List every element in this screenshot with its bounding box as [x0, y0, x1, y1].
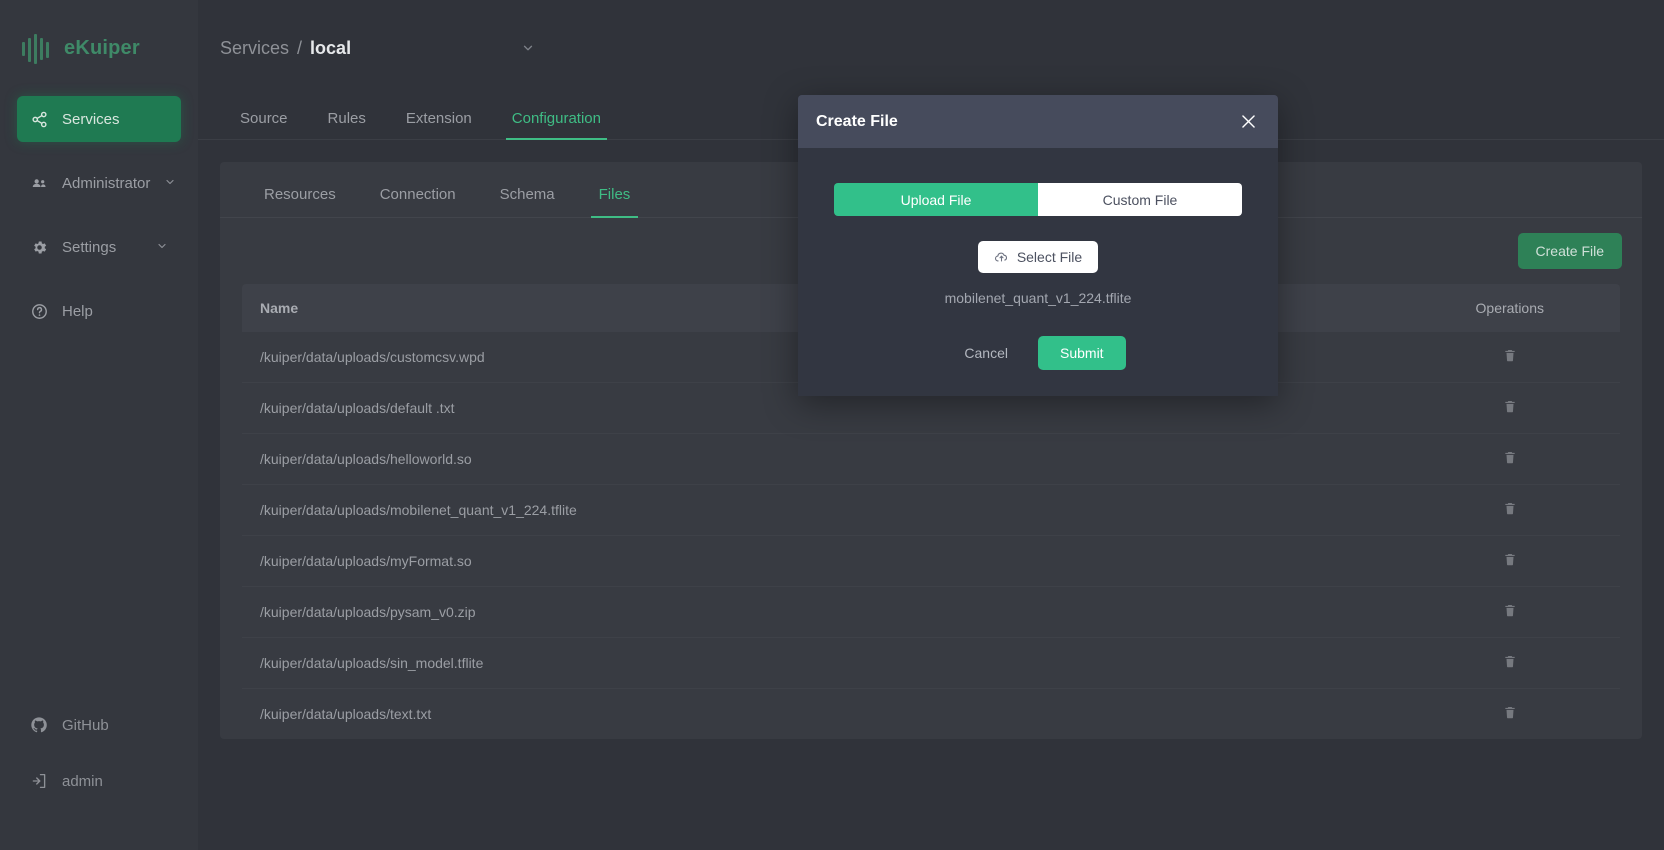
share-icon	[30, 110, 48, 128]
table-row: /kuiper/data/uploads/sin_model.tflite	[242, 637, 1620, 689]
submit-button[interactable]: Submit	[1038, 336, 1126, 370]
cell-operations	[1399, 484, 1620, 536]
tab-files[interactable]: Files	[577, 186, 653, 218]
breadcrumb-current: local	[310, 37, 352, 58]
sidebar-item-label: Administrator	[62, 174, 151, 192]
cell-operations	[1399, 433, 1620, 485]
chevron-down-icon	[156, 239, 168, 256]
selected-filename: mobilenet_quant_v1_224.tflite	[944, 290, 1132, 306]
breadcrumb-root[interactable]: Services	[220, 38, 289, 59]
breadcrumb: Services / local	[198, 0, 1664, 96]
tab-extension[interactable]: Extension	[386, 110, 492, 139]
breadcrumb-separator: /	[297, 37, 303, 58]
cell-blank	[1096, 433, 1400, 485]
sidebar-nav: Services Administrator Settings Help	[0, 96, 198, 334]
dialog-title: Create File	[816, 112, 898, 130]
app-root: eKuiper Services Administrator Settings …	[0, 0, 1664, 850]
help-icon	[30, 302, 48, 320]
trash-icon[interactable]	[1503, 450, 1517, 465]
dialog-body: Upload File Custom File Select File mobi…	[798, 148, 1278, 396]
trash-icon[interactable]	[1503, 654, 1517, 669]
cell-file-name: /kuiper/data/uploads/mobilenet_quant_v1_…	[242, 484, 1097, 536]
cloud-upload-icon	[994, 250, 1009, 265]
trash-icon[interactable]	[1503, 705, 1517, 720]
trash-icon[interactable]	[1503, 552, 1517, 567]
brand-name: eKuiper	[64, 36, 140, 59]
cell-blank	[1096, 535, 1400, 587]
cell-operations	[1399, 332, 1620, 383]
table-row: /kuiper/data/uploads/myFormat.so	[242, 535, 1620, 587]
select-file-label: Select File	[1016, 249, 1083, 265]
dialog-header: Create File	[798, 95, 1278, 148]
cell-operations	[1399, 382, 1620, 434]
file-mode-segmented-control: Upload File Custom File	[834, 183, 1242, 216]
ekuiper-logo-icon	[22, 32, 49, 64]
tab-source[interactable]: Source	[220, 110, 308, 139]
cell-blank	[1096, 637, 1400, 689]
users-icon	[30, 174, 48, 192]
cell-file-name: /kuiper/data/uploads/pysam_v0.zip	[242, 586, 1097, 638]
sidebar-item-label: Services	[62, 110, 120, 128]
sidebar-item-label: GitHub	[62, 716, 109, 734]
cancel-button[interactable]: Cancel	[950, 336, 1022, 370]
select-file-button[interactable]: Select File	[977, 241, 1099, 273]
create-file-dialog: Create File Upload File Custom File Sele…	[798, 95, 1278, 396]
brand: eKuiper	[0, 0, 198, 96]
table-row: /kuiper/data/uploads/mobilenet_quant_v1_…	[242, 484, 1620, 536]
cell-file-name: /kuiper/data/uploads/text.txt	[260, 706, 432, 722]
table-row: /kuiper/data/uploads/helloworld.so	[242, 433, 1620, 485]
chevron-down-icon[interactable]	[521, 41, 535, 55]
sidebar-item-github[interactable]: GitHub	[17, 702, 181, 748]
cell-file-name: /kuiper/data/uploads/helloworld.so	[242, 433, 1097, 485]
main-content: Services / local Source Rules Extension …	[198, 0, 1664, 850]
tab-resources[interactable]: Resources	[242, 186, 358, 217]
upload-file-tab[interactable]: Upload File	[834, 183, 1038, 216]
sidebar-item-services[interactable]: Services	[17, 96, 181, 142]
sidebar-item-settings[interactable]: Settings	[17, 224, 181, 270]
table-row: /kuiper/data/uploads/text.txt	[242, 689, 1620, 740]
cell-file-name: /kuiper/data/uploads/myFormat.so	[242, 535, 1097, 587]
tab-configuration[interactable]: Configuration	[492, 110, 621, 140]
column-header-operations: Operations	[1399, 284, 1620, 332]
chevron-down-icon	[164, 175, 176, 192]
sidebar-item-label: Help	[62, 302, 93, 320]
sidebar-bottom: GitHub admin	[0, 702, 198, 850]
cell-operations	[1400, 689, 1620, 740]
sidebar-item-admin[interactable]: admin	[17, 758, 181, 804]
trash-icon[interactable]	[1503, 399, 1517, 414]
sidebar-item-administrator[interactable]: Administrator	[17, 160, 181, 206]
cell-operations	[1399, 637, 1620, 689]
trash-icon[interactable]	[1503, 603, 1517, 618]
sidebar-item-help[interactable]: Help	[17, 288, 181, 334]
table-row: /kuiper/data/uploads/pysam_v0.zip	[242, 586, 1620, 638]
tab-rules[interactable]: Rules	[308, 110, 386, 139]
logout-icon	[30, 772, 48, 790]
cell-operations	[1399, 535, 1620, 587]
trash-icon[interactable]	[1503, 501, 1517, 516]
cell-blank	[1096, 586, 1400, 638]
dialog-actions: Cancel Submit	[834, 336, 1242, 370]
sidebar: eKuiper Services Administrator Settings …	[0, 0, 198, 850]
cell-file-name: /kuiper/data/uploads/sin_model.tflite	[242, 637, 1097, 689]
cell-blank	[1096, 484, 1400, 536]
tab-connection[interactable]: Connection	[358, 186, 478, 217]
create-file-button[interactable]: Create File	[1517, 233, 1622, 269]
select-file-row: Select File	[834, 241, 1242, 273]
sidebar-item-label: Settings	[62, 238, 117, 256]
gear-icon	[30, 238, 48, 256]
cell-operations	[1399, 586, 1620, 638]
sidebar-item-label: admin	[62, 772, 103, 790]
custom-file-tab[interactable]: Custom File	[1038, 183, 1242, 216]
tab-schema[interactable]: Schema	[478, 186, 577, 217]
github-icon	[30, 716, 48, 734]
cell-blank	[1096, 689, 1399, 740]
close-icon[interactable]	[1235, 108, 1262, 135]
trash-icon[interactable]	[1503, 348, 1517, 363]
